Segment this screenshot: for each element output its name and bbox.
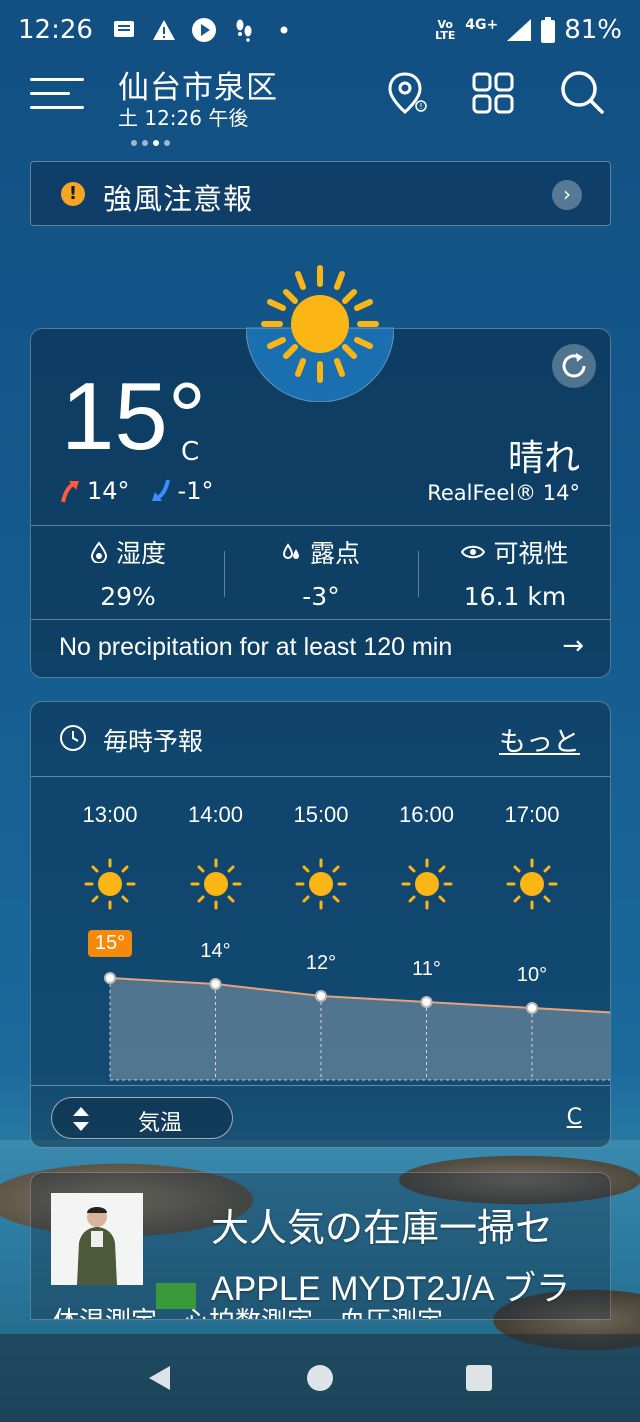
- svg-text:!: !: [419, 102, 422, 111]
- chevron-right-icon: ›: [552, 180, 582, 210]
- stat-dewpoint: 露点 -3°: [224, 534, 418, 611]
- divider: [31, 619, 610, 620]
- dewpoint-icon: [282, 543, 299, 559]
- search-icon[interactable]: [558, 68, 606, 116]
- visibility-value: 16.1 km: [463, 582, 567, 611]
- network-type: 4G+: [465, 17, 499, 33]
- metric-toggle[interactable]: 気温: [51, 1097, 233, 1139]
- unit-link[interactable]: C: [567, 1105, 582, 1130]
- precip-text[interactable]: No precipitation for at least 120 min: [59, 633, 452, 662]
- temp-point: [420, 996, 433, 1008]
- arrow-up-icon: [61, 481, 79, 503]
- arrow-right-icon[interactable]: →: [562, 631, 584, 661]
- app-header: 仙台市泉区 土 12:26 午後 !: [0, 60, 640, 146]
- status-notification-icons: [111, 17, 297, 43]
- refresh-icon: [562, 353, 586, 378]
- dewpoint-value: -3°: [302, 582, 340, 611]
- hourly-forecast-card: 毎時予報 もっと 13:00 15° 14:00 14° 15:00 12° 16:00 11…: [30, 701, 611, 1148]
- status-right: Vo LTE 4G+ 81%: [433, 15, 622, 45]
- status-time: 12:26: [18, 15, 93, 45]
- arrow-down-icon: [151, 479, 170, 501]
- temperature-chart: [104, 972, 610, 1081]
- dewpoint-label: 露点: [309, 539, 360, 568]
- temp-point: [315, 990, 327, 1002]
- volte-indicator: Vo LTE: [435, 18, 456, 42]
- condition-text: 晴れ: [507, 438, 580, 479]
- back-icon: [149, 1366, 170, 1390]
- recents-icon: [466, 1365, 492, 1391]
- divider: [31, 525, 610, 526]
- ad-card[interactable]: 大人気の在庫一掃セ APPLE MYDT2J/A ブラ 体温測定 心拍数測定 血…: [30, 1172, 611, 1320]
- divider: [31, 1085, 610, 1086]
- system-nav-bar: [0, 1334, 640, 1422]
- signal-icon: [506, 17, 532, 43]
- refresh-button[interactable]: [552, 344, 596, 388]
- alert-text: 強風注意報: [103, 182, 254, 216]
- more-dot-icon: [271, 17, 297, 43]
- sun-icon: [245, 258, 395, 403]
- location-title[interactable]: 仙台市泉区: [118, 62, 278, 107]
- low-temp: -1°: [177, 477, 214, 505]
- temp-point: [526, 1002, 538, 1014]
- temp-unit: C: [181, 437, 200, 467]
- home-button[interactable]: [306, 1364, 334, 1396]
- battery-icon: [540, 17, 556, 43]
- home-icon: [307, 1365, 333, 1391]
- temp-area: [110, 978, 610, 1080]
- temp-point: [104, 972, 116, 984]
- location-datetime: 土 12:26 午後: [118, 106, 249, 130]
- warning-icon: !: [61, 182, 85, 206]
- realfeel: RealFeel® 14°: [427, 481, 580, 505]
- high-temp: 14°: [87, 477, 130, 505]
- ad-description: 体温測定 心拍数測定 血圧測定: [53, 1301, 443, 1319]
- menu-button[interactable]: [30, 74, 84, 114]
- play-icon: [191, 17, 217, 43]
- stat-visibility: 可視性 16.1 km: [418, 534, 610, 611]
- status-bar: 12:26 Vo LTE 4G+ 81%: [0, 0, 640, 60]
- back-button[interactable]: [146, 1364, 174, 1396]
- humidity-icon: [90, 541, 107, 563]
- sort-arrows-icon: [73, 1107, 89, 1131]
- location-pin-icon[interactable]: !: [383, 68, 431, 116]
- message-icon: [111, 17, 137, 43]
- stat-humidity: 湿度 29%: [31, 534, 225, 611]
- page-indicator: [131, 140, 170, 146]
- visibility-label: 可視性: [493, 539, 569, 568]
- eye-icon: [461, 545, 486, 559]
- humidity-label: 湿度: [115, 539, 166, 568]
- battery-percent: 81%: [564, 15, 622, 45]
- humidity-value: 29%: [100, 582, 156, 611]
- weather-alert-bar[interactable]: ! 強風注意報 ›: [30, 161, 611, 226]
- ad-title[interactable]: 大人気の在庫一掃セ: [211, 1197, 553, 1252]
- ad-image[interactable]: [51, 1193, 143, 1285]
- warning-triangle-icon: [151, 17, 177, 43]
- high-low: 14° -1°: [59, 477, 213, 505]
- metric-label: 気温: [138, 1111, 183, 1136]
- temp-point: [209, 978, 222, 990]
- footsteps-icon: [231, 17, 257, 43]
- recents-button[interactable]: [465, 1364, 493, 1396]
- grid-icon[interactable]: [470, 68, 518, 116]
